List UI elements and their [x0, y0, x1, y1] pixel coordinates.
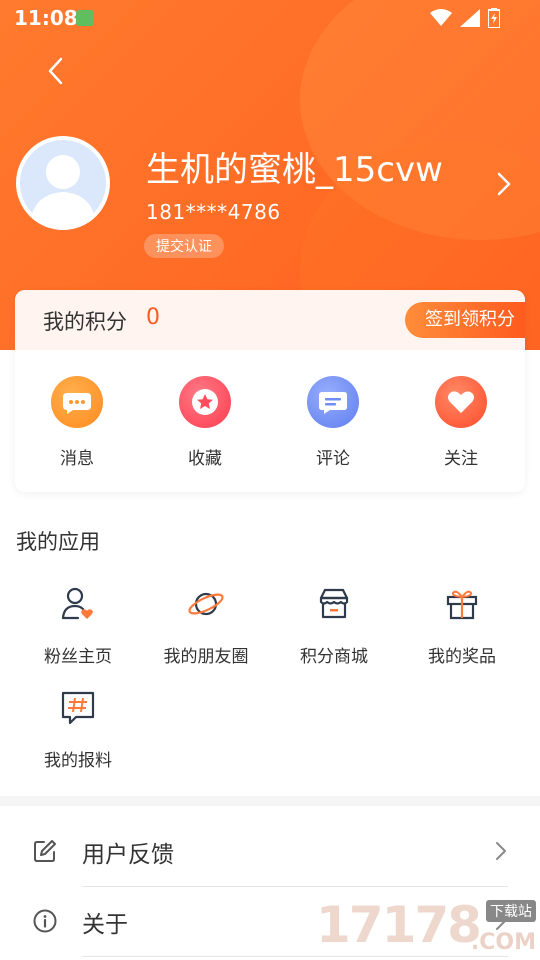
menu-item-label: 用户反馈: [82, 842, 174, 868]
hashtag-icon: [61, 691, 95, 725]
quick-action-label: 消息: [60, 449, 94, 469]
app-label: 积分商城: [300, 647, 368, 667]
wifi-icon: [430, 9, 452, 26]
phone-number: 181****4786: [146, 200, 281, 224]
points-card: 我的积分 0 签到领积分 消息 收藏 评论 关注: [15, 290, 525, 492]
quick-action-label: 收藏: [188, 449, 222, 469]
gift-icon: [446, 590, 478, 620]
planet-icon: [188, 592, 224, 616]
star-icon: [179, 376, 231, 428]
submit-verification-badge[interactable]: 提交认证: [144, 234, 224, 258]
chevron-right-icon[interactable]: [494, 170, 514, 198]
store-icon: [319, 588, 349, 619]
checkin-button[interactable]: 签到领积分: [405, 302, 525, 338]
back-arrow-icon[interactable]: [42, 56, 72, 86]
watermark-badge: 下载站: [486, 900, 536, 922]
battery-icon: [488, 8, 500, 28]
points-value: 0: [146, 305, 160, 330]
app-label: 我的奖品: [428, 647, 496, 667]
comment-icon: [307, 376, 359, 428]
edit-icon: [34, 840, 56, 862]
fan-user-icon: [61, 587, 93, 620]
watermark-numbers: 17178: [316, 896, 482, 954]
app-label: 我的朋友圈: [163, 647, 249, 667]
site-watermark: 17178 下载站 .COM: [316, 896, 540, 960]
info-icon: [33, 909, 57, 933]
heart-icon: [435, 376, 487, 428]
quick-action-label: 评论: [316, 449, 350, 469]
watermark-domain: .COM: [470, 930, 536, 955]
quick-action-comments[interactable]: 评论: [283, 376, 383, 469]
app-fan-homepage[interactable]: 粉丝主页: [14, 584, 142, 667]
app-my-reports[interactable]: 我的报料: [14, 688, 142, 771]
app-label: 我的报料: [44, 751, 112, 771]
chevron-right-icon: [496, 842, 506, 860]
message-icon: [51, 376, 103, 428]
points-label: 我的积分: [43, 310, 127, 334]
menu-item-label: 关于: [82, 912, 128, 938]
my-apps-title: 我的应用: [16, 530, 100, 554]
app-label: 粉丝主页: [44, 647, 112, 667]
notification-app-icon: [76, 10, 94, 26]
quick-action-label: 关注: [444, 449, 478, 469]
app-points-mall[interactable]: 积分商城: [270, 584, 398, 667]
menu-item-feedback[interactable]: 用户反馈: [0, 816, 540, 886]
signal-icon: [460, 9, 480, 27]
app-friends-circle[interactable]: 我的朋友圈: [142, 584, 270, 667]
quick-action-follows[interactable]: 关注: [411, 376, 511, 469]
points-row: 我的积分 0 签到领积分: [15, 290, 525, 350]
app-my-prizes[interactable]: 我的奖品: [398, 584, 526, 667]
quick-action-messages[interactable]: 消息: [27, 376, 127, 469]
status-bar: 11:08: [0, 0, 540, 36]
section-divider: [0, 796, 540, 806]
quick-action-favorites[interactable]: 收藏: [155, 376, 255, 469]
default-avatar-icon: [30, 155, 96, 226]
status-icons: [430, 8, 500, 28]
avatar[interactable]: [16, 136, 110, 230]
status-time: 11:08: [14, 6, 78, 30]
username[interactable]: 生机的蜜桃_15cvw: [146, 142, 443, 191]
